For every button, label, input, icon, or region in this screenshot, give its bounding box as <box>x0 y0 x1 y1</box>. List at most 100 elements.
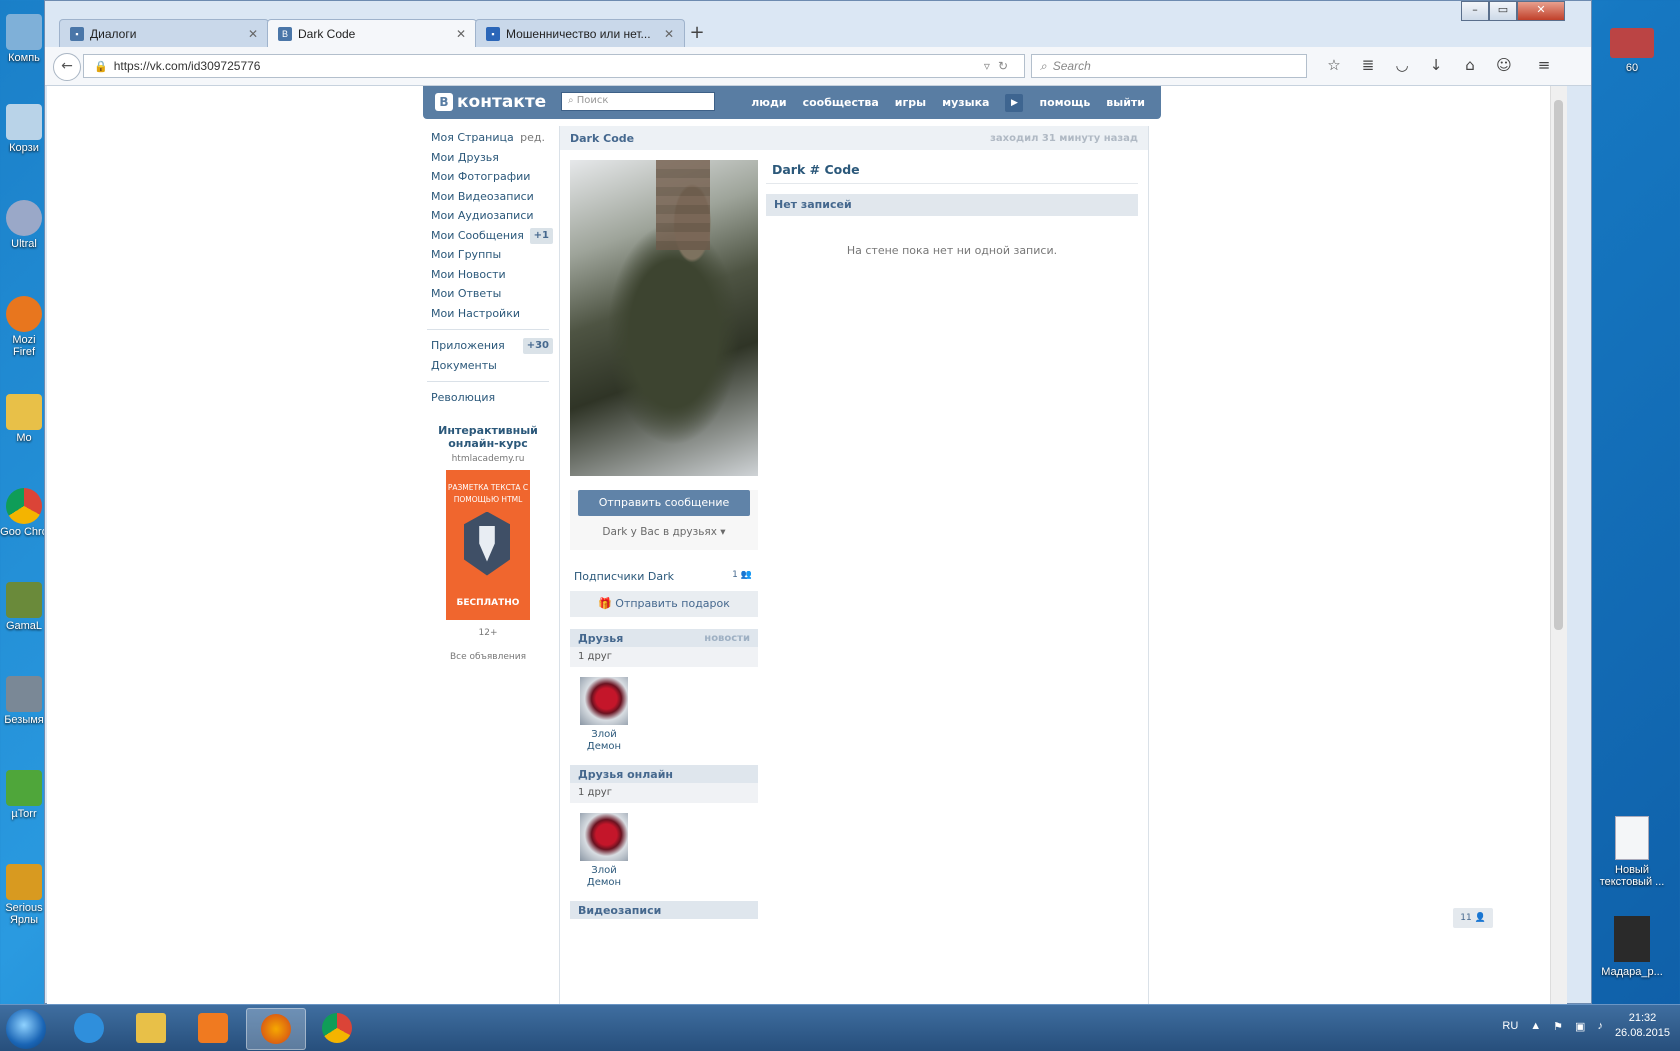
send-gift-button[interactable]: 🎁 Отправить подарок <box>570 591 758 617</box>
reload-icon[interactable]: ▿↻ <box>984 59 1024 73</box>
friends-section-header[interactable]: Друзья новости <box>570 629 758 647</box>
search-icon: ⌕ <box>1040 58 1047 73</box>
taskbar-firefox[interactable] <box>246 1008 306 1050</box>
language-indicator[interactable]: RU <box>1502 1020 1518 1032</box>
menu-my-page[interactable]: Моя Страница ред. <box>423 128 553 148</box>
desktop-icon[interactable]: Мадара_р... <box>1592 916 1672 978</box>
desktop-icon[interactable]: Компь <box>0 14 48 64</box>
text-file-icon <box>1615 816 1649 860</box>
desktop-icon[interactable]: Безымя <box>0 676 48 726</box>
menu-news[interactable]: Мои Новости <box>423 265 553 285</box>
desktop-icon[interactable]: Ultral <box>0 200 48 250</box>
friend-status-dropdown[interactable]: Dark у Вас в друзьях ▾ <box>570 526 758 538</box>
play-icon[interactable]: ▶ <box>1005 93 1024 112</box>
chat-icon[interactable]: ☺ <box>1495 56 1513 74</box>
tab-fraud[interactable]: ▪ Мошенничество или нет... ✕ <box>475 19 685 47</box>
menu-videos[interactable]: Мои Видеозаписи <box>423 187 553 207</box>
menu-settings[interactable]: Мои Настройки <box>423 304 553 324</box>
scrollbar[interactable] <box>1550 86 1567 1004</box>
menu-audio[interactable]: Мои Аудиозаписи <box>423 206 553 226</box>
desktop-icon[interactable]: GamaL <box>0 582 48 632</box>
friends-count: 1 друг <box>570 647 758 667</box>
clock[interactable]: 21:32 26.08.2015 <box>1615 1011 1670 1041</box>
videos-section-header[interactable]: Видеозаписи <box>570 901 758 919</box>
taskbar-media-player[interactable] <box>184 1008 242 1048</box>
scrollbar-thumb[interactable] <box>1554 100 1563 630</box>
profile-main: Dark Code заходил 31 минуту назад Отправ… <box>559 126 1149 1004</box>
start-button[interactable] <box>6 1009 46 1049</box>
vk-logo[interactable]: Bконтакте <box>435 92 546 112</box>
menu-apps[interactable]: Приложения +30 <box>423 336 553 356</box>
desktop-icon[interactable]: Корзи <box>0 104 48 154</box>
nav-communities[interactable]: сообщества <box>803 96 879 109</box>
desktop-icon[interactable]: Mozi Firef <box>0 296 48 358</box>
minimize-icon[interactable]: – <box>1461 1 1489 21</box>
desktop-icon[interactable]: Serious Ярлы <box>0 864 48 926</box>
back-button[interactable]: ← <box>53 53 81 81</box>
close-icon[interactable]: ✕ <box>248 27 258 41</box>
nav-help[interactable]: помощь <box>1039 96 1090 109</box>
menu-documents[interactable]: Документы <box>423 356 553 376</box>
home-icon[interactable]: ⌂ <box>1461 56 1479 74</box>
taskbar-chrome[interactable] <box>308 1008 366 1048</box>
close-icon[interactable]: ✕ <box>664 27 674 41</box>
nav-music[interactable]: музыка <box>942 96 989 109</box>
ad-title[interactable]: Интерактивный онлайн-курс <box>423 424 553 450</box>
disc-icon <box>6 200 42 236</box>
menu-groups[interactable]: Мои Группы <box>423 245 553 265</box>
friend-name[interactable]: Злой Демон <box>574 729 634 753</box>
menu-icon[interactable]: ≡ <box>1535 56 1553 74</box>
folder-icon <box>6 394 42 430</box>
download-icon[interactable]: ↓ <box>1427 56 1445 74</box>
all-ads-link[interactable]: Все объявления <box>423 652 553 662</box>
menu-answers[interactable]: Мои Ответы <box>423 284 553 304</box>
profile-wide-column: Dark # Code Нет записей На стене пока не… <box>766 160 1138 257</box>
url-bar[interactable]: 🔒 https://vk.com/id309725776 ▿↻ <box>83 54 1025 78</box>
pocket-icon[interactable]: ◡ <box>1393 56 1411 74</box>
friend-item[interactable]: Злой Демон <box>574 677 634 753</box>
menu-revolution[interactable]: Революция <box>423 388 553 408</box>
friend-name[interactable]: Злой Демон <box>574 865 634 889</box>
volume-icon[interactable]: ♪ <box>1597 1020 1603 1032</box>
person-icon: 👤 <box>1474 913 1486 923</box>
desktop-icon[interactable]: Новый текстовый ... <box>1592 816 1672 888</box>
tab-dialogs[interactable]: ▪ Диалоги ✕ <box>59 19 269 47</box>
nav-people[interactable]: люди <box>751 96 786 109</box>
friend-item[interactable]: Злой Демон <box>574 813 634 889</box>
search-input[interactable]: ⌕ Search <box>1031 54 1307 78</box>
subscribers-link[interactable]: Подписчики Dark 1 👥 <box>570 550 758 591</box>
new-tab-button[interactable]: + <box>683 19 711 47</box>
maximize-icon[interactable]: ▭ <box>1489 1 1517 21</box>
bookmark-star-icon[interactable]: ☆ <box>1325 56 1343 74</box>
desktop-icon[interactable]: 60 <box>1592 28 1672 74</box>
menu-messages[interactable]: Мои Сообщения +1 <box>423 226 553 246</box>
close-icon[interactable]: ✕ <box>456 27 466 41</box>
tab-dark-code[interactable]: B Dark Code ✕ <box>267 19 477 47</box>
reading-list-icon[interactable]: ≣ <box>1359 56 1377 74</box>
online-counter-badge[interactable]: 11 👤 <box>1453 908 1493 928</box>
vk-search-input[interactable]: ⌕ Поиск <box>561 92 715 111</box>
send-message-button[interactable]: Отправить сообщение <box>578 490 750 516</box>
network-icon[interactable]: ▣ <box>1575 1020 1585 1033</box>
menu-photos[interactable]: Мои Фотографии <box>423 167 553 187</box>
desktop-icon[interactable]: Mo <box>0 394 48 444</box>
ad-block[interactable]: Интерактивный онлайн-курс htmlacademy.ru… <box>423 424 553 662</box>
menu-friends[interactable]: Мои Друзья <box>423 148 553 168</box>
avatar[interactable] <box>580 677 628 725</box>
close-icon[interactable]: ✕ <box>1517 1 1565 21</box>
friends-news-link[interactable]: новости <box>704 633 750 644</box>
avatar[interactable] <box>580 813 628 861</box>
edit-link[interactable]: ред. <box>520 128 545 148</box>
nav-games[interactable]: игры <box>895 96 926 109</box>
taskbar-ie[interactable] <box>60 1008 118 1048</box>
profile-photo[interactable] <box>570 160 758 476</box>
utorrent-icon <box>6 770 42 806</box>
friends-online-section-header[interactable]: Друзья онлайн <box>570 765 758 783</box>
desktop-icon[interactable]: µTorr <box>0 770 48 820</box>
taskbar-explorer[interactable] <box>122 1008 180 1048</box>
ad-image[interactable]: РАЗМЕТКА ТЕКСТА С ПОМОЩЬЮ HTML БЕСПЛАТНО <box>446 469 530 620</box>
action-center-icon[interactable]: ⚑ <box>1553 1020 1563 1033</box>
show-hidden-icons[interactable]: ▲ <box>1530 1020 1541 1032</box>
desktop-icon[interactable]: Goo Chro <box>0 488 48 538</box>
nav-logout[interactable]: выйти <box>1106 96 1145 109</box>
